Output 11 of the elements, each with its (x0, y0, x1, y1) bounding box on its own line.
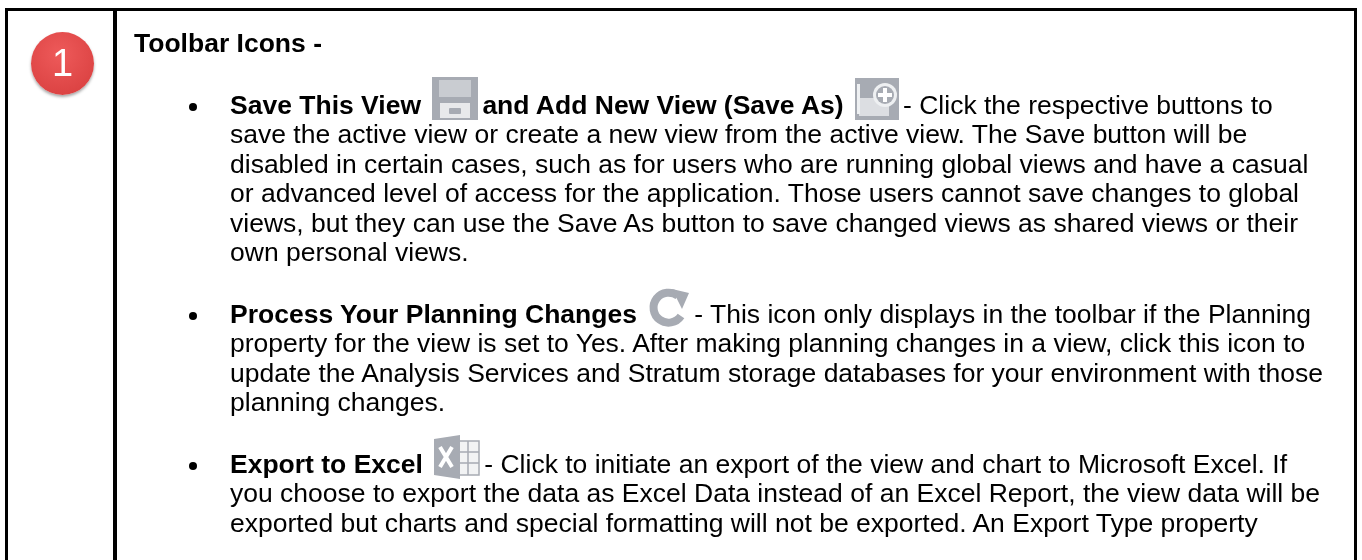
bullet-text: Export to Excel - Click to initiate an export of the view and chart to Microsoft Excel. If you choose to export the data as Excel Data instead of an Excel Report, the view data will be exported but charts and special formatting will not be exported. An Export Type property (230, 449, 1324, 538)
spreadsheet-icon (434, 434, 481, 479)
bullet-text: Process Your Planning Changes - This icon only displays in the toolbar if the Planning property for the view is set to Yes. After making planning changes in a view, click this icon to update the Analysis Services and Stratum storage databases for your environment with those planning changes. (230, 299, 1324, 418)
step-number-badge: 1 (31, 32, 94, 95)
bullet-dot (189, 311, 197, 320)
section-heading: Toolbar Icons - (134, 29, 322, 59)
bullet-dot (189, 102, 197, 111)
bullet-text: Save This View and Add New View (Save As) - Click the respective buttons to save the active view or create a new view from the active view. The Save button will be disabled in certain cases, such as for users who are running global views and have a casual or advanced level of access for the application. Those users cannot save changes to global views, but they can use the Save As button to save changed views as shared views or their own personal views. (230, 90, 1324, 268)
add-view-icon (855, 77, 900, 120)
bullet-dot (189, 461, 197, 470)
refresh-icon (648, 286, 691, 329)
